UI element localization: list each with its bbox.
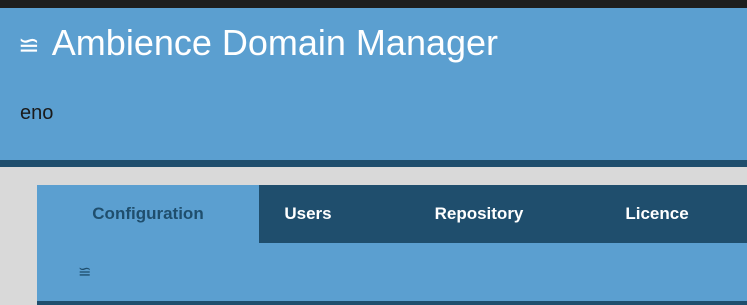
- tab-repository[interactable]: Repository: [413, 185, 545, 243]
- menu-icon[interactable]: ≌: [18, 32, 40, 58]
- tab-configuration[interactable]: Configuration: [37, 185, 259, 243]
- domain-name: eno: [20, 102, 54, 124]
- panel-menu-icon[interactable]: ≌: [78, 265, 91, 281]
- header-divider: [0, 160, 747, 167]
- tab-licence[interactable]: Licence: [611, 185, 703, 243]
- tab-users[interactable]: Users: [259, 185, 357, 243]
- tab-bar: Configuration Users Repository Licence: [37, 185, 747, 243]
- window-top-strip: [0, 0, 747, 8]
- app-title-text: Ambience Domain Manager: [51, 22, 499, 63]
- panel-bottom-border: [37, 301, 747, 305]
- main-panel: Configuration Users Repository Licence ≌: [37, 185, 747, 305]
- app-header: ≌ Ambience Domain Manager eno: [0, 8, 747, 160]
- app-title: ≌ Ambience Domain Manager: [18, 21, 498, 65]
